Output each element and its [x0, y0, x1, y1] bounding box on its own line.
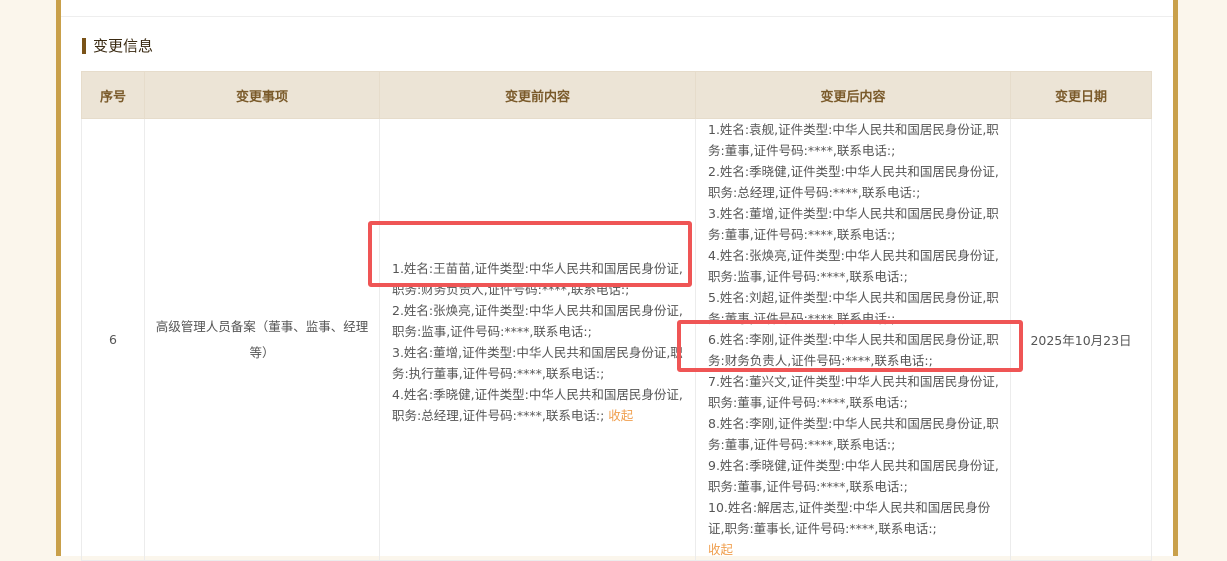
content-panel: 变更信息 序号 变更事项 变更前内容 变更后内容 变更日期 6 高级管理人员备案…	[56, 0, 1178, 561]
after-entry-9: 9.姓名:季晓健,证件类型:中华人民共和国居民身份证,职务:董事,证件号码:**…	[708, 458, 999, 494]
table-row: 6 高级管理人员备案（董事、监事、经理等） 1.姓名:王苗苗,证件类型:中华人民…	[81, 118, 1152, 561]
after-entry-3: 3.姓名:董增,证件类型:中华人民共和国居民身份证,职务:董事,证件号码:***…	[708, 206, 999, 242]
before-entry-3: 3.姓名:董增,证件类型:中华人民共和国居民身份证,职务:执行董事,证件号码:*…	[392, 344, 683, 381]
cell-after: 1.姓名:袁舰,证件类型:中华人民共和国居民身份证,职务:董事,证件号码:***…	[695, 118, 1011, 561]
before-entry-2: 2.姓名:张焕亮,证件类型:中华人民共和国居民身份证,职务:监事,证件号码:**…	[392, 302, 683, 339]
after-entry-2: 2.姓名:季晓健,证件类型:中华人民共和国居民身份证,职务:总经理,证件号码:*…	[708, 164, 999, 200]
section-title: 变更信息	[82, 38, 153, 54]
cell-before: 1.姓名:王苗苗,证件类型:中华人民共和国居民身份证,职务:财务负责人,证件号码…	[379, 118, 696, 561]
after-collapse-link[interactable]: 收起	[708, 542, 733, 557]
before-entry-4: 4.姓名:季晓健,证件类型:中华人民共和国居民身份证,职务:总经理,证件号码:*…	[392, 386, 683, 423]
before-collapse-link[interactable]: 收起	[608, 408, 633, 423]
table-header-row: 序号 变更事项 变更前内容 变更后内容 变更日期	[81, 71, 1152, 119]
column-header-item: 变更事项	[144, 71, 380, 119]
column-header-seq: 序号	[81, 71, 145, 119]
cell-seq: 6	[81, 118, 145, 561]
after-entry-7: 7.姓名:董兴文,证件类型:中华人民共和国居民身份证,职务:董事,证件号码:**…	[708, 374, 999, 410]
panel-top-strip	[61, 0, 1173, 17]
cell-date: 2025年10月23日	[1010, 118, 1152, 561]
after-entry-10: 10.姓名:解居志,证件类型:中华人民共和国居民身份证,职务:董事长,证件号码:…	[708, 500, 991, 536]
column-header-after: 变更后内容	[695, 71, 1011, 119]
after-entry-6: 6.姓名:李刚,证件类型:中华人民共和国居民身份证,职务:财务负责人,证件号码:…	[708, 332, 999, 368]
before-entry-1: 1.姓名:王苗苗,证件类型:中华人民共和国居民身份证,职务:财务负责人,证件号码…	[392, 260, 683, 297]
after-entry-8: 8.姓名:李刚,证件类型:中华人民共和国居民身份证,职务:董事,证件号码:***…	[708, 416, 999, 452]
after-entry-5: 5.姓名:刘超,证件类型:中华人民共和国居民身份证,职务:董事,证件号码:***…	[708, 290, 999, 326]
after-entry-1: 1.姓名:袁舰,证件类型:中华人民共和国居民身份证,职务:董事,证件号码:***…	[708, 122, 999, 158]
column-header-before: 变更前内容	[379, 71, 696, 119]
after-entry-4: 4.姓名:张焕亮,证件类型:中华人民共和国居民身份证,职务:监事,证件号码:**…	[708, 248, 999, 284]
cell-item: 高级管理人员备案（董事、监事、经理等）	[144, 118, 380, 561]
change-info-table: 序号 变更事项 变更前内容 变更后内容 变更日期 6 高级管理人员备案（董事、监…	[81, 71, 1152, 561]
column-header-date: 变更日期	[1010, 71, 1152, 119]
before-content: 1.姓名:王苗苗,证件类型:中华人民共和国居民身份证,职务:财务负责人,证件号码…	[380, 258, 695, 426]
after-content: 1.姓名:袁舰,证件类型:中华人民共和国居民身份证,职务:董事,证件号码:***…	[696, 119, 1010, 560]
